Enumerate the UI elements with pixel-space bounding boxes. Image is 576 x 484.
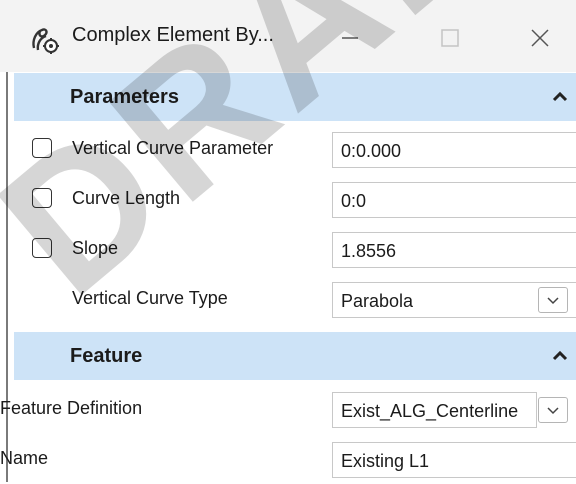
chevron-up-icon[interactable] — [550, 346, 570, 366]
curve-length-row: Curve Length 0:0 — [0, 174, 576, 224]
vertical-curve-parameter-row: Vertical Curve Parameter 0:0.000 — [0, 124, 576, 174]
feature-section-header[interactable]: Feature — [14, 332, 576, 380]
name-label: Name — [0, 448, 49, 468]
chevron-down-icon — [547, 297, 559, 305]
vertical-curve-type-label: Vertical Curve Type — [72, 288, 228, 308]
minimize-button[interactable] — [320, 14, 380, 62]
parameters-section-title: Parameters — [70, 86, 179, 108]
feature-definition-label: Feature Definition — [0, 398, 143, 418]
chevron-down-icon — [547, 407, 559, 415]
feature-definition-value: Exist_ALG_Centerline — [341, 401, 519, 421]
feature-definition-row: Feature Definition Exist_ALG_Centerline — [0, 384, 576, 434]
vertical-curve-parameter-checkbox[interactable] — [32, 138, 52, 158]
slope-row: Slope 1.8556 — [0, 224, 576, 274]
name-field[interactable]: Existing L1 — [332, 442, 576, 478]
maximize-button[interactable] — [420, 14, 480, 62]
vertical-curve-type-value: Parabola — [341, 291, 414, 311]
curve-length-checkbox[interactable] — [32, 188, 52, 208]
vertical-curve-parameter-field[interactable]: 0:0.000 — [332, 132, 576, 168]
slope-label: Slope — [72, 238, 119, 258]
name-row: Name Existing L1 — [0, 434, 576, 484]
curve-length-field[interactable]: 0:0 — [332, 182, 576, 218]
feature-section-title: Feature — [70, 345, 143, 367]
slope-checkbox[interactable] — [32, 238, 52, 258]
vertical-curve-type-dropdown-button[interactable] — [538, 287, 568, 313]
title-bar: Complex Element By... — [0, 0, 576, 72]
parameters-section-header[interactable]: Parameters — [14, 73, 576, 121]
vertical-curve-type-row: Vertical Curve Type Parabola — [0, 274, 576, 324]
vertical-curve-parameter-label: Vertical Curve Parameter — [72, 138, 274, 158]
slope-field[interactable]: 1.8556 — [332, 232, 576, 268]
complex-element-icon — [32, 28, 59, 54]
curve-length-label: Curve Length — [72, 188, 181, 208]
close-button[interactable] — [510, 14, 570, 62]
feature-definition-select[interactable]: Exist_ALG_Centerline — [332, 392, 537, 428]
window-title: Complex Element By... — [72, 24, 274, 46]
feature-definition-dropdown-button[interactable] — [538, 397, 568, 423]
chevron-up-icon[interactable] — [550, 87, 570, 107]
